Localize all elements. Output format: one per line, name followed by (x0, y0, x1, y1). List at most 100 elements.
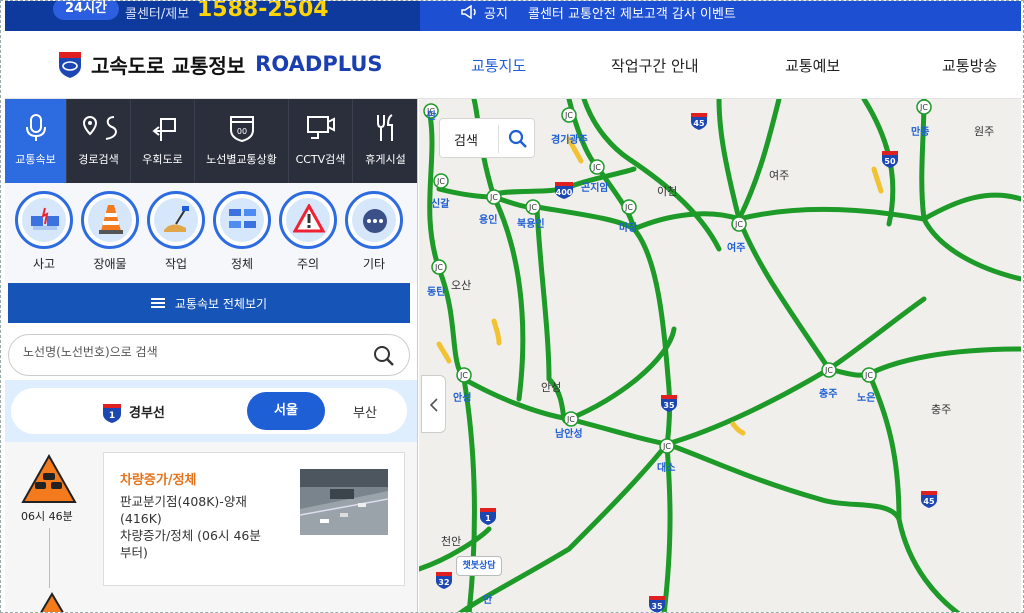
detour-icon (151, 118, 176, 141)
event-time: 06시 46분 (21, 510, 73, 523)
nav-traffic-broadcast[interactable]: 교통방송 (942, 55, 997, 76)
ic-label: 안 (483, 593, 493, 606)
ic-label: 곤지암 (581, 181, 609, 194)
ic-label: 충주 (819, 387, 837, 400)
tab-route-status[interactable]: 00 노선별교통상황 (195, 99, 289, 183)
ic-label: 안성 (453, 391, 471, 404)
svg-text:JC: JC (528, 203, 537, 212)
route-selector: 1 경부선 서울 부산 (11, 388, 407, 434)
jc-marker[interactable]: JC (525, 199, 541, 215)
traffic-jam-icon (229, 209, 256, 228)
category-obstacle[interactable]: 장애물 (81, 191, 139, 272)
cctv-snapshot-image (300, 469, 388, 535)
jc-marker[interactable]: JC (621, 199, 637, 215)
place-label: 충주 (931, 403, 951, 416)
jc-marker[interactable]: JC (486, 189, 502, 205)
category-congestion[interactable]: 정체 (213, 191, 271, 272)
category-construction[interactable]: 작업 (147, 191, 205, 272)
ic-label: 만종 (911, 125, 929, 138)
route-shield-icon: 1 (103, 404, 121, 423)
megaphone-icon (461, 5, 476, 19)
route-search-box (8, 334, 410, 376)
next-event-warning-icon (40, 592, 64, 612)
nav-traffic-map[interactable]: 교통지도 (471, 55, 526, 76)
timeline-line (49, 528, 50, 588)
svg-text:JC: JC (624, 203, 633, 212)
svg-text:50: 50 (884, 157, 896, 166)
chatbot-button[interactable]: 챗봇상담 (456, 556, 502, 576)
route-search-input[interactable] (23, 345, 363, 359)
ic-label: 경기광주 (551, 133, 588, 146)
jc-marker[interactable]: JC (561, 107, 577, 123)
place-label: 안성 (541, 381, 561, 394)
notice-label: 공지 (484, 7, 508, 22)
notice-text[interactable]: 콜센터 교통안전 제보고객 감사 이벤트 (528, 3, 736, 22)
jc-marker[interactable]: JC (589, 159, 605, 175)
jc-marker[interactable]: JC (563, 411, 579, 427)
jc-marker[interactable]: JC (659, 438, 675, 454)
nav-work-zone[interactable]: 작업구간 안내 (611, 55, 699, 76)
logo-text-kr: 고속도로 교통정보 (91, 53, 246, 78)
map-search-button[interactable]: 검색 (439, 118, 535, 158)
site-header: 고속도로 교통정보 ROADPLUS 교통지도 작업구간 안내 교통예보 교통방… (5, 31, 1021, 99)
category-caution[interactable]: 주의 (279, 191, 337, 272)
svg-text:JC: JC (489, 193, 498, 202)
tab-rest-area[interactable]: 휴게시설 (353, 99, 417, 183)
svg-text:JC: JC (662, 442, 671, 451)
callcenter-number[interactable]: 1588-2504 (197, 1, 329, 22)
ic-label: 남안성 (555, 427, 583, 440)
place-label: 여주 (769, 169, 789, 182)
jc-marker[interactable]: JC (861, 367, 877, 383)
cctv-thumbnail[interactable] (300, 469, 388, 535)
direction-busan-button[interactable]: 부산 (353, 402, 377, 421)
ic-label: 대소 (657, 461, 675, 474)
logo-text-en: ROADPLUS (255, 52, 383, 76)
ic-label: 마장 (619, 221, 638, 234)
congestion-warning-icon (21, 454, 77, 503)
tab-route-search[interactable]: 경로검색 (67, 99, 131, 183)
top-bar: 24시간 콜센터/제보 1588-2504 공지 콜센터 교통안전 제보고객 감… (5, 1, 1021, 31)
traffic-map[interactable]: JC JC JC JC JC JC JC JC JC JC JC JC JC J… (419, 99, 1021, 612)
jc-marker[interactable]: JC (433, 173, 449, 189)
expressway-shield-marker: 45 (921, 491, 937, 508)
nav-traffic-forecast[interactable]: 교통예보 (785, 55, 840, 76)
jc-marker[interactable]: JC (731, 216, 747, 232)
jc-marker[interactable]: JC (916, 99, 932, 115)
category-other[interactable]: 기타 (345, 191, 403, 272)
notice-bar[interactable]: 공지 콜센터 교통안전 제보고객 감사 이벤트 (420, 1, 1021, 31)
more-dots-icon (363, 209, 387, 233)
svg-text:35: 35 (651, 602, 663, 611)
expressway-shield-marker: 50 (882, 151, 898, 168)
svg-text:JC: JC (592, 163, 601, 172)
site-logo[interactable]: 고속도로 교통정보 ROADPLUS (55, 49, 383, 79)
expressway-shield-marker: 45 (691, 113, 707, 130)
ic-label: 판 (427, 109, 437, 122)
search-icon[interactable] (373, 345, 395, 367)
svg-text:JC: JC (459, 371, 468, 380)
category-accident[interactable]: 사고 (15, 191, 73, 272)
view-all-news-button[interactable]: 교통속보 전체보기 (8, 283, 410, 323)
svg-text:JC: JC (434, 263, 443, 272)
event-card[interactable]: 차량증가/정체 판교분기점(408K)-양재 (416K) 차량증가/정체 (0… (103, 452, 405, 586)
cctv-icon (306, 116, 335, 139)
jc-marker[interactable]: JC (456, 367, 472, 383)
highway-shield-icon: 00 (229, 116, 254, 143)
route-pin-icon (82, 115, 117, 140)
expressway-shield-icon (59, 52, 81, 78)
svg-text:45: 45 (693, 119, 705, 128)
sidebar-collapse-button[interactable] (421, 375, 446, 433)
microphone-icon (25, 114, 46, 141)
jc-marker[interactable]: JC (821, 362, 837, 378)
expressway-shield-marker: 35 (661, 395, 677, 412)
tab-cctv[interactable]: CCTV검색 (289, 99, 353, 183)
tab-traffic-news[interactable]: 교통속보 (5, 99, 67, 183)
tab-detour[interactable]: 우회도로 (131, 99, 195, 183)
search-icon (508, 129, 527, 148)
callcenter-bar: 24시간 콜센터/제보 1588-2504 (5, 1, 420, 31)
svg-text:400: 400 (556, 188, 573, 197)
shovel-icon (164, 206, 189, 232)
jc-marker[interactable]: JC (431, 259, 447, 275)
route-direction-bar: 1 경부선 서울 부산 (5, 380, 417, 442)
expressway-shield-marker: 400 (555, 182, 573, 199)
direction-seoul-button[interactable]: 서울 (247, 392, 325, 430)
